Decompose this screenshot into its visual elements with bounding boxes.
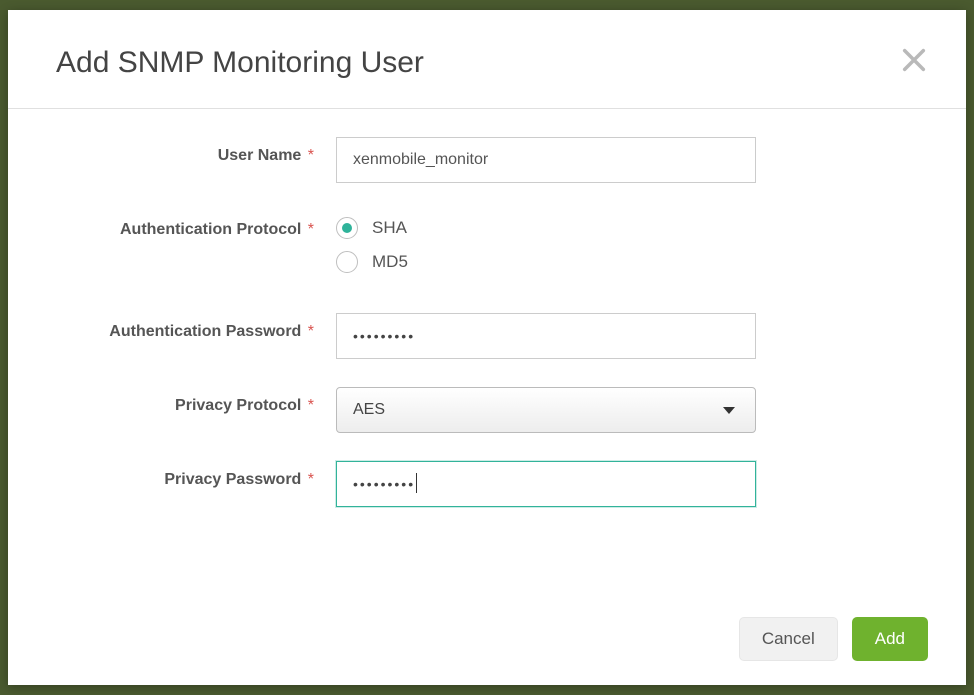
- privacy-password-input[interactable]: •••••••••: [336, 461, 756, 507]
- row-privacy-password: Privacy Password * •••••••••: [56, 461, 918, 507]
- cancel-button[interactable]: Cancel: [739, 617, 838, 661]
- required-marker: *: [303, 397, 314, 414]
- label-auth-password: Authentication Password *: [56, 313, 336, 341]
- dialog-title: Add SNMP Monitoring User: [56, 46, 918, 80]
- add-button[interactable]: Add: [852, 617, 928, 661]
- radio-label-md5: MD5: [372, 252, 408, 272]
- text-cursor: [416, 473, 417, 493]
- radio-label-sha: SHA: [372, 218, 407, 238]
- radio-icon: [336, 217, 358, 239]
- privacy-protocol-select[interactable]: AES: [336, 387, 756, 433]
- required-marker: *: [303, 471, 314, 488]
- row-auth-protocol: Authentication Protocol * SHA MD5: [56, 211, 918, 285]
- label-privacy-protocol: Privacy Protocol *: [56, 387, 336, 415]
- required-marker: *: [303, 221, 314, 238]
- auth-password-value: •••••••••: [353, 328, 415, 344]
- label-auth-protocol: Authentication Protocol *: [56, 211, 336, 239]
- user-name-input[interactable]: xenmobile_monitor: [336, 137, 756, 183]
- required-marker: *: [303, 323, 314, 340]
- label-user-name: User Name *: [56, 137, 336, 165]
- privacy-protocol-selected: AES: [353, 401, 385, 419]
- auth-protocol-radio-group: SHA MD5: [336, 211, 918, 273]
- chevron-down-icon: [723, 407, 735, 414]
- close-icon[interactable]: [900, 46, 928, 74]
- row-user-name: User Name * xenmobile_monitor: [56, 137, 918, 183]
- radio-icon: [336, 251, 358, 273]
- required-marker: *: [303, 147, 314, 164]
- dialog-footer: Cancel Add: [739, 617, 928, 661]
- add-snmp-user-dialog: Add SNMP Monitoring User User Name * xen…: [8, 10, 966, 685]
- user-name-value: xenmobile_monitor: [353, 151, 488, 168]
- row-auth-password: Authentication Password * •••••••••: [56, 313, 918, 359]
- dialog-body: User Name * xenmobile_monitor Authentica…: [8, 109, 966, 507]
- privacy-password-value: •••••••••: [353, 476, 415, 492]
- row-privacy-protocol: Privacy Protocol * AES: [56, 387, 918, 433]
- auth-protocol-option-sha[interactable]: SHA: [336, 217, 918, 239]
- dialog-header: Add SNMP Monitoring User: [8, 10, 966, 109]
- auth-protocol-option-md5[interactable]: MD5: [336, 251, 918, 273]
- auth-password-input[interactable]: •••••••••: [336, 313, 756, 359]
- label-privacy-password: Privacy Password *: [56, 461, 336, 489]
